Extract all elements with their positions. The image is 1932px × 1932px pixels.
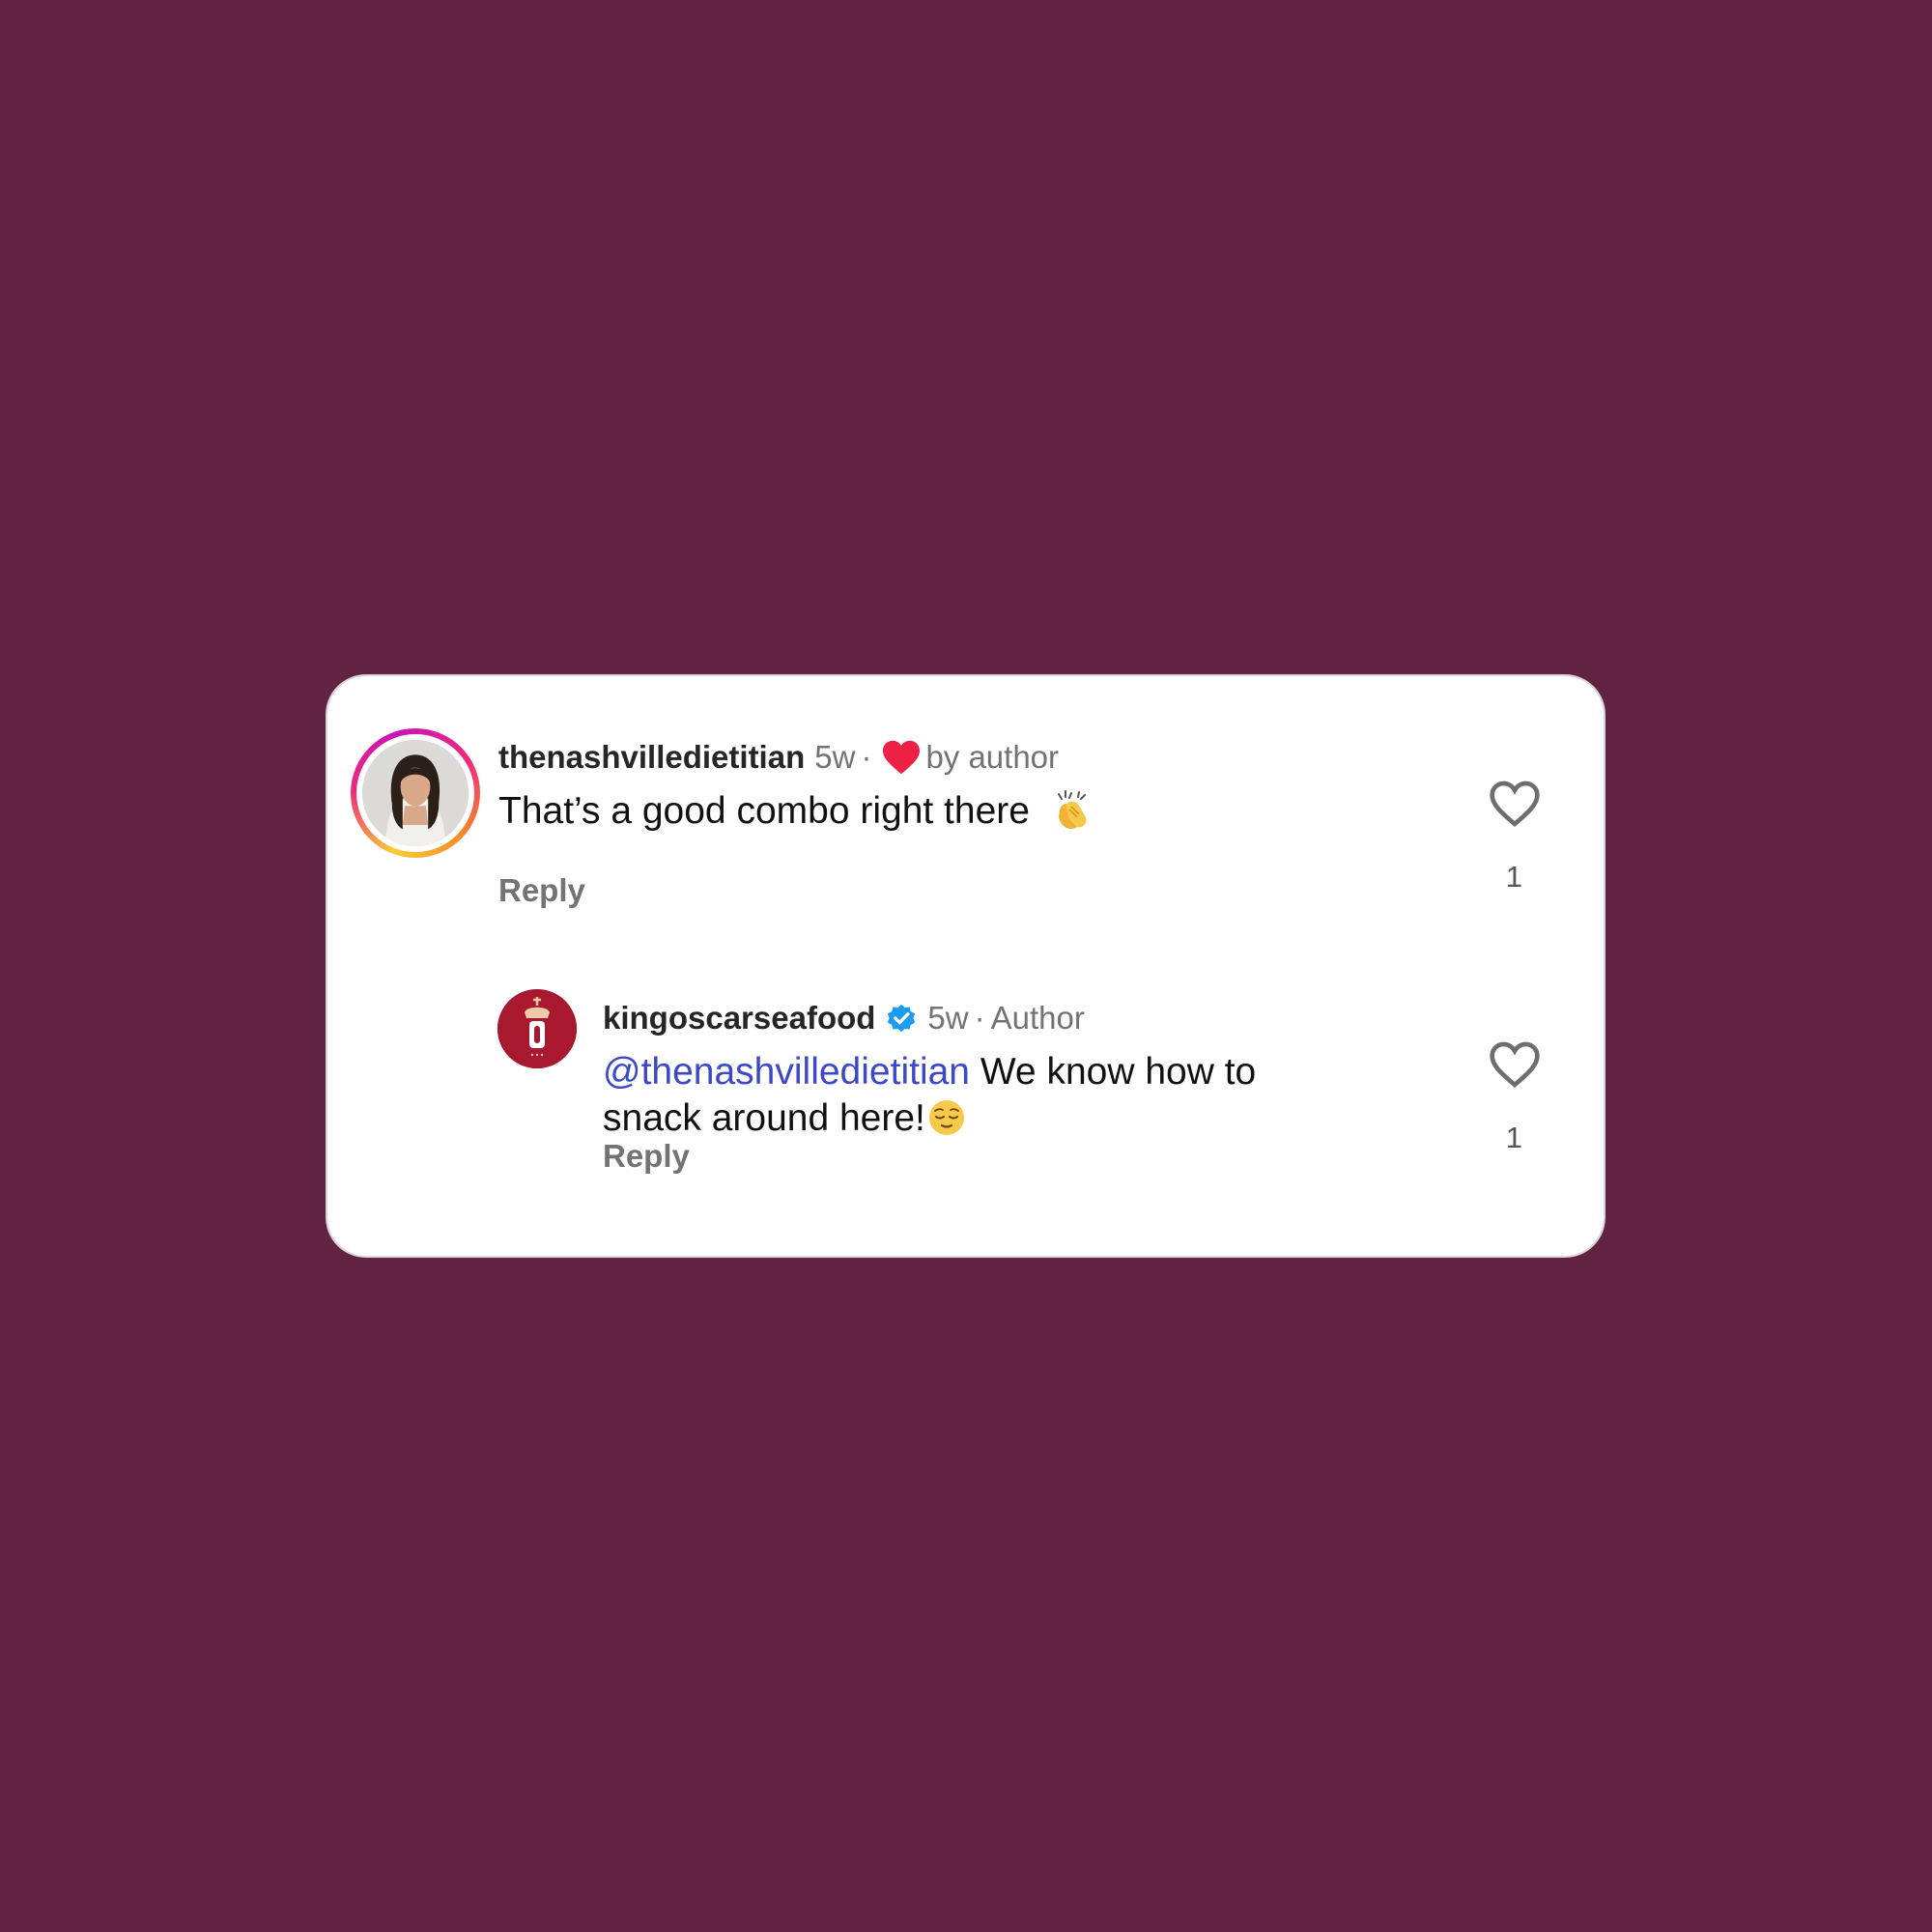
comment-meta: thenashvilledietitian 5w · by author: [498, 738, 1059, 777]
king-oscar-logo[interactable]: [497, 989, 577, 1068]
comment: thenashvilledietitian 5w · by author Tha…: [327, 676, 1604, 966]
comment-card: thenashvilledietitian 5w · by author Tha…: [326, 674, 1605, 1258]
like-count: 1: [1505, 860, 1522, 894]
author-label: Author: [990, 1000, 1085, 1036]
clapping-hands-emoji: [1057, 790, 1087, 829]
separator: ·: [974, 1000, 985, 1036]
like-count: 1: [1505, 1121, 1522, 1154]
timestamp: 5w: [814, 739, 856, 775]
liked-by-author-label: by author: [925, 739, 1060, 775]
reply-button[interactable]: Reply: [498, 872, 585, 909]
comment-body: That’s a good combo right there: [498, 790, 1030, 832]
comment-text: That’s a good combo right there: [498, 788, 1093, 835]
separator: ·: [861, 739, 872, 775]
verified-badge-icon: [888, 1004, 916, 1033]
avatar[interactable]: [351, 728, 480, 858]
username[interactable]: thenashvilledietitian: [498, 738, 805, 777]
profile-photo: [362, 740, 469, 846]
comment-text: @thenashvilledietitian We know how to sn…: [603, 1049, 1356, 1142]
username[interactable]: kingoscarseafood: [603, 999, 875, 1037]
reply-button[interactable]: Reply: [603, 1138, 690, 1175]
timestamp: 5w: [927, 1000, 969, 1036]
heart-outline-icon[interactable]: [1488, 1039, 1542, 1090]
mention-link[interactable]: @thenashvilledietitian: [603, 1051, 970, 1093]
reply-comment: kingoscarseafood 5w · Author @thenashvil…: [327, 937, 1604, 1256]
heart-outline-icon[interactable]: [1488, 779, 1542, 829]
comment-meta: kingoscarseafood 5w · Author: [603, 999, 1085, 1037]
relieved-face-emoji: [928, 1100, 964, 1135]
red-heart-icon: [883, 740, 921, 775]
